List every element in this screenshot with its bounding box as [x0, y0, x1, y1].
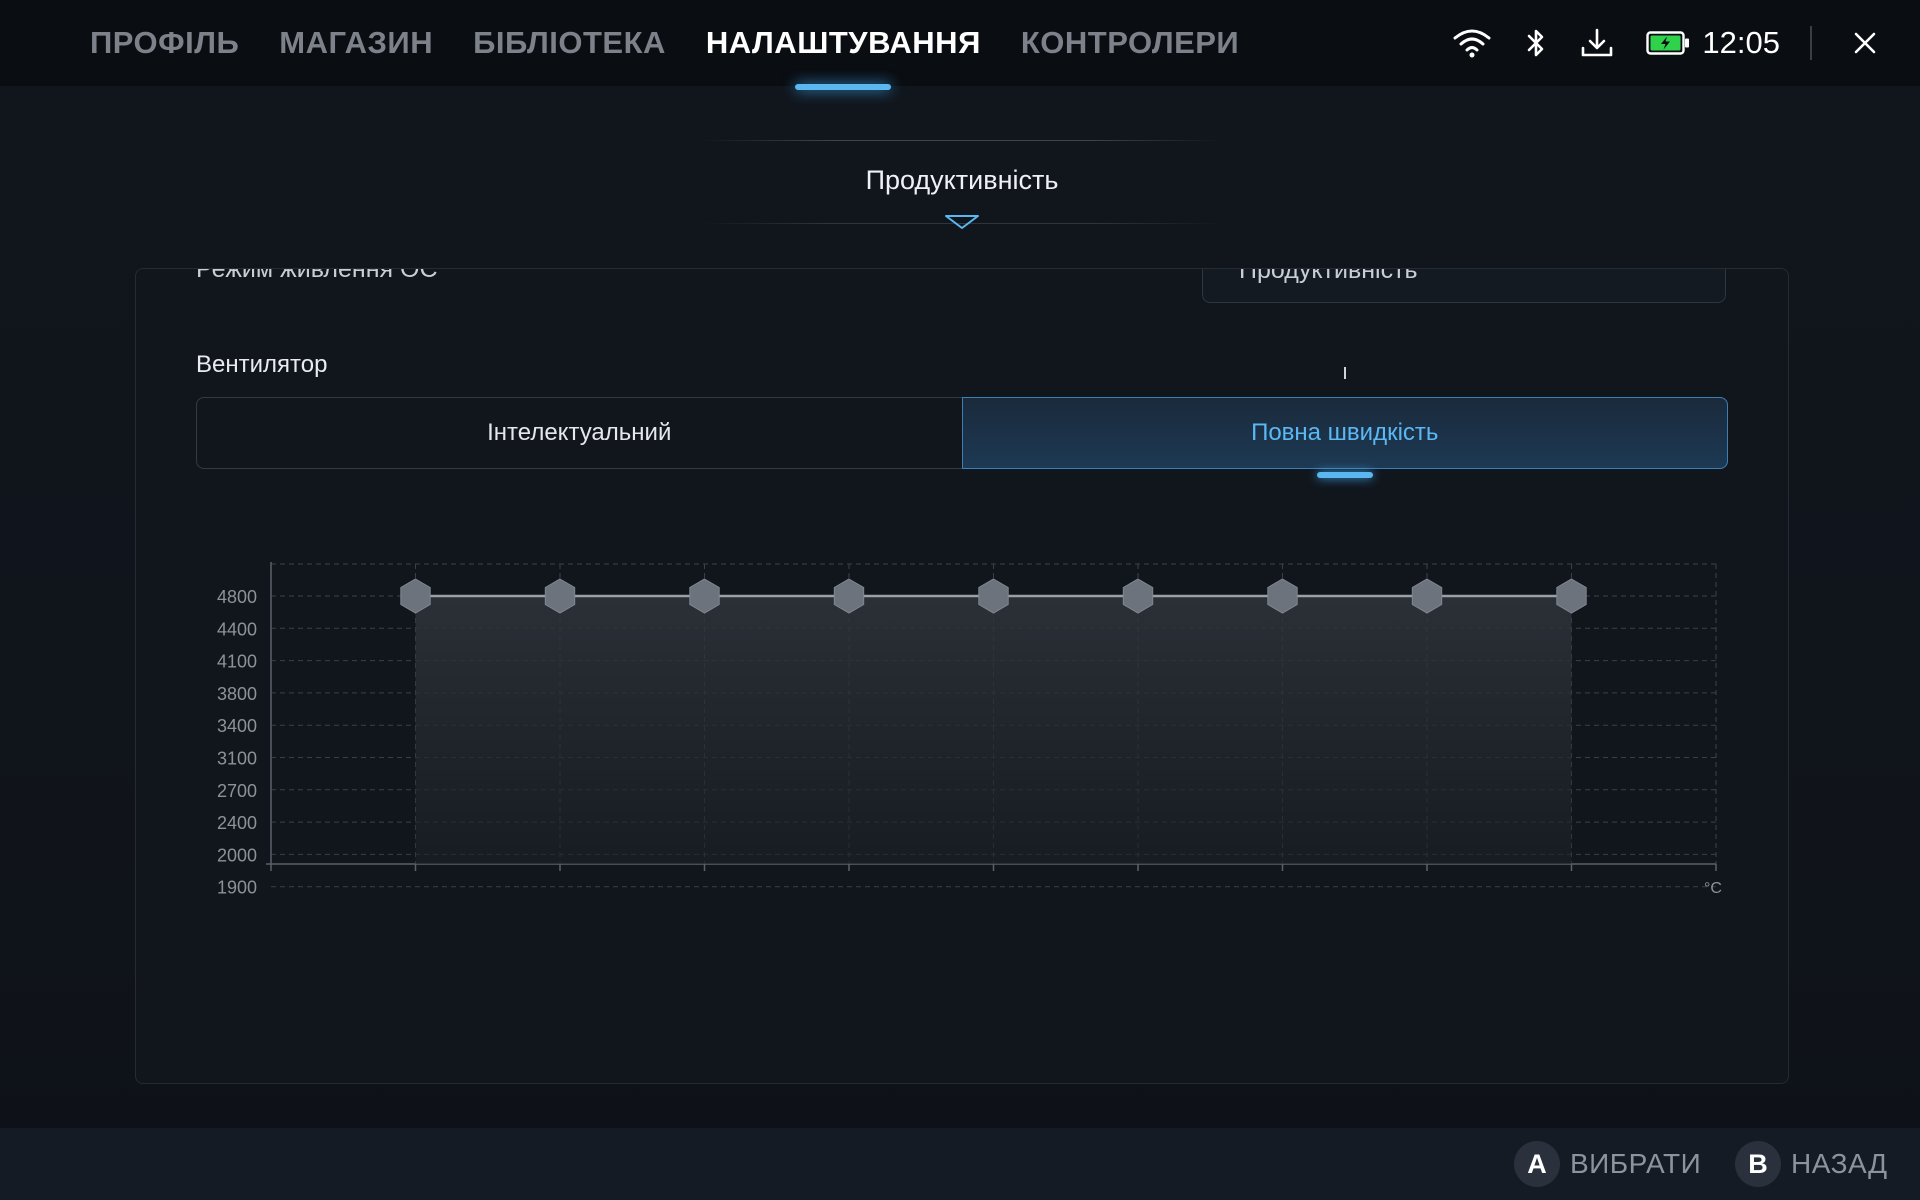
tab-controllers[interactable]: КОНТРОЛЕРИ	[1021, 25, 1239, 61]
battery-charging-icon	[1646, 30, 1690, 56]
fan-mode-label: Повна швидкість	[1251, 419, 1439, 446]
select-hint-label: ВИБРАТИ	[1570, 1148, 1702, 1179]
chevron-down-icon	[943, 213, 981, 236]
tab-label: ПРОФІЛЬ	[90, 25, 240, 60]
section-divider-top	[700, 140, 1224, 141]
y-tick-label: 4400	[217, 619, 257, 639]
b-button-icon: B	[1735, 1141, 1781, 1187]
section-selector[interactable]: Продуктивність	[700, 135, 1224, 235]
text-cursor	[1344, 367, 1346, 379]
y-tick-label: 3800	[217, 684, 257, 704]
y-tick-label: 3100	[217, 749, 257, 769]
select-hint[interactable]: A ВИБРАТИ	[1514, 1128, 1701, 1200]
y-tick-label: 3400	[217, 716, 257, 736]
close-icon[interactable]	[1854, 32, 1876, 54]
main-tabs: ПРОФІЛЬ МАГАЗИН БІБЛІОТЕКА НАЛАШТУВАННЯ …	[90, 0, 1279, 90]
fan-mode-smart[interactable]: Інтелектуальний	[197, 398, 962, 468]
clock: 12:05	[1702, 25, 1780, 60]
tab-label: БІБЛІОТЕКА	[473, 25, 666, 60]
tab-profile[interactable]: ПРОФІЛЬ	[90, 25, 239, 61]
fan-mode-label: Інтелектуальний	[487, 419, 672, 446]
power-mode-dropdown[interactable]: Продуктивність	[1202, 268, 1726, 303]
back-hint-label: НАЗАД	[1791, 1148, 1888, 1179]
tab-store[interactable]: МАГАЗИН	[279, 25, 433, 61]
tab-label: МАГАЗИН	[279, 25, 434, 60]
wifi-icon[interactable]	[1452, 28, 1492, 58]
status-divider	[1810, 26, 1812, 60]
bluetooth-icon[interactable]	[1524, 28, 1548, 58]
top-nav-bar: ПРОФІЛЬ МАГАЗИН БІБЛІОТЕКА НАЛАШТУВАННЯ …	[0, 0, 1920, 90]
active-tab-indicator	[795, 84, 892, 90]
power-mode-label: Режим живлення ОС	[196, 268, 438, 283]
download-icon[interactable]	[1580, 28, 1614, 58]
y-tick-label: 4800	[217, 587, 257, 607]
settings-panel: Режим живлення ОС Продуктивність Вентиля…	[135, 268, 1789, 1084]
fan-curve-chart: 4800 4400 4100 3800 3400 3100 2700 2400 2000 1900…	[196, 509, 1756, 929]
y-tick-label: 4100	[217, 652, 257, 672]
controller-hints-bar: A ВИБРАТИ B НАЗАД	[0, 1128, 1920, 1200]
tab-label: КОНТРОЛЕРИ	[1020, 25, 1240, 60]
power-mode-value: Продуктивність	[1239, 268, 1418, 284]
y-tick-label: 2700	[217, 781, 257, 801]
a-button-icon: A	[1514, 1141, 1560, 1187]
y-tick-label: 2400	[217, 813, 257, 833]
y-tick-label: 2000	[217, 845, 257, 865]
selected-mode-indicator	[1316, 472, 1373, 478]
tab-library[interactable]: БІБЛІОТЕКА	[473, 25, 666, 61]
fan-mode-selector: Інтелектуальний Повна швидкість	[196, 397, 1728, 478]
x-unit-label: °C	[1704, 880, 1722, 897]
fan-mode-full-speed[interactable]: Повна швидкість	[961, 397, 1728, 478]
y-tick-label: 1900	[217, 878, 257, 898]
tab-label: НАЛАШТУВАННЯ	[705, 25, 981, 60]
back-hint[interactable]: B НАЗАД	[1735, 1128, 1888, 1200]
fan-curve-area	[415, 596, 1572, 864]
fan-curve-svg: 4800 4400 4100 3800 3400 3100 2700 2400 2000 1900…	[217, 562, 1722, 898]
fan-label: Вентилятор	[196, 351, 328, 378]
status-area: 12:05	[1452, 0, 1920, 86]
section-title: Продуктивність	[865, 165, 1059, 195]
settings-screen: ПРОФІЛЬ МАГАЗИН БІБЛІОТЕКА НАЛАШТУВАННЯ …	[0, 0, 1920, 1200]
tab-settings[interactable]: НАЛАШТУВАННЯ	[705, 25, 981, 90]
